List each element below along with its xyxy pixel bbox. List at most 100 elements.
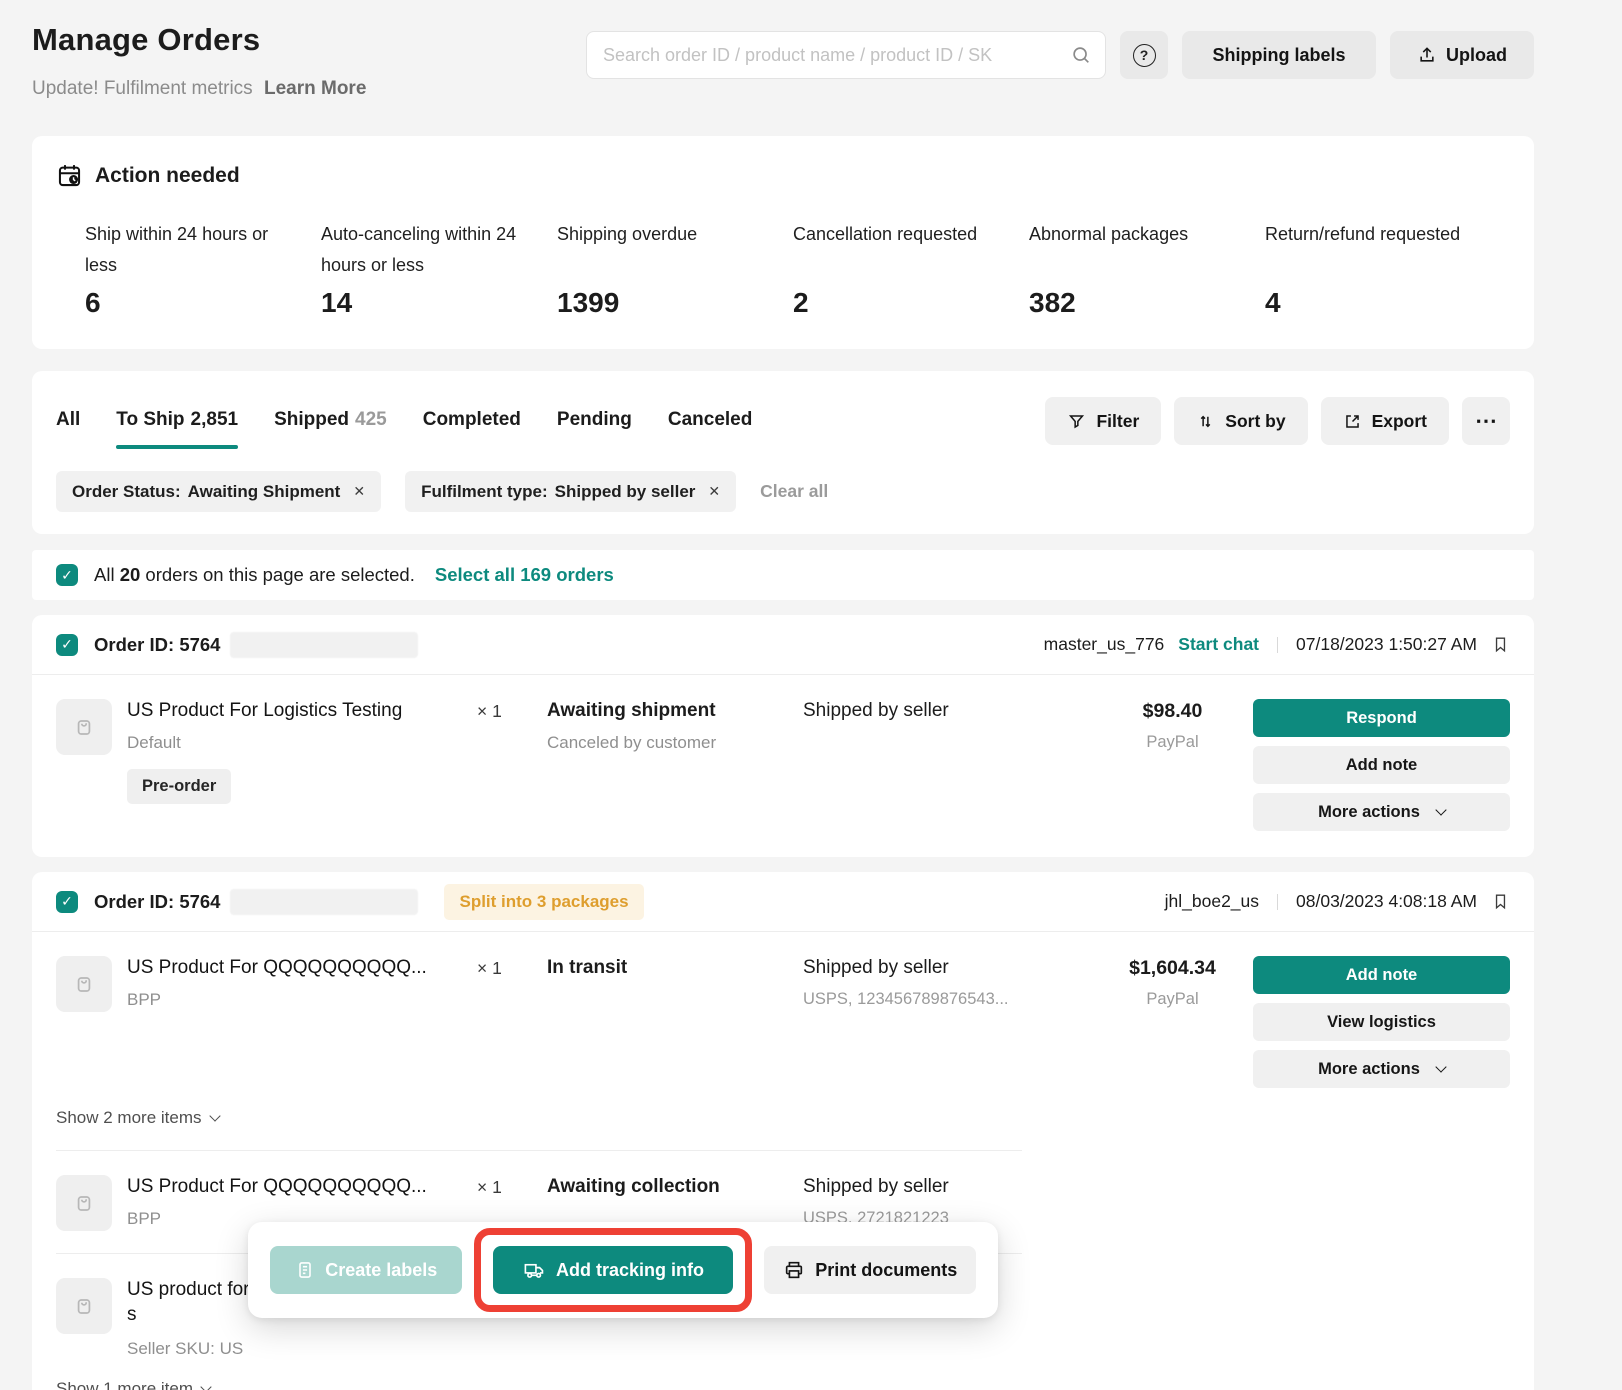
order-date: 07/18/2023 1:50:27 AM xyxy=(1296,634,1477,655)
metric-ship-24h[interactable]: Ship within 24 hours or less 6 xyxy=(85,219,321,319)
metric-abnormal-packages[interactable]: Abnormal packages 382 xyxy=(1029,219,1265,319)
check-icon: ✓ xyxy=(61,893,73,910)
order-checkbox[interactable]: ✓ xyxy=(56,891,78,913)
add-note-button[interactable]: Add note xyxy=(1253,746,1510,784)
respond-button[interactable]: Respond xyxy=(1253,699,1510,737)
divider xyxy=(1277,637,1278,653)
search-box xyxy=(586,31,1106,79)
tab-completed[interactable]: Completed xyxy=(423,409,521,433)
select-all-orders-link[interactable]: Select all 169 orders xyxy=(435,564,614,586)
buyer-username: master_us_776 xyxy=(1044,634,1165,655)
close-icon[interactable]: ✕ xyxy=(353,483,365,500)
order-item-row: US Product For Logistics Testing Default… xyxy=(56,699,1510,831)
tab-canceled[interactable]: Canceled xyxy=(668,409,752,433)
order-substatus: Canceled by customer xyxy=(547,733,803,753)
action-needed-card: Action needed Ship within 24 hours or le… xyxy=(32,136,1534,349)
product-variant: BPP xyxy=(127,990,477,1010)
filter-chip-fulfilment-type[interactable]: Fulfilment type: Shipped by seller ✕ xyxy=(405,471,736,512)
order-status: Awaiting shipment xyxy=(547,699,803,722)
bag-icon xyxy=(71,1190,97,1216)
metric-return-refund[interactable]: Return/refund requested 4 xyxy=(1265,219,1501,319)
sort-by-button[interactable]: Sort by xyxy=(1174,397,1307,445)
fulfilment-type: Shipped by seller xyxy=(803,699,1092,722)
product-thumbnail[interactable] xyxy=(56,1278,112,1334)
quantity: × 1 xyxy=(477,699,547,722)
clear-all-link[interactable]: Clear all xyxy=(760,481,828,502)
product-name[interactable]: US Product For Logistics Testing xyxy=(127,699,477,724)
product-thumbnail[interactable] xyxy=(56,1175,112,1231)
search-input[interactable] xyxy=(586,31,1106,79)
truck-icon xyxy=(523,1259,546,1282)
preorder-tag: Pre-order xyxy=(127,769,231,804)
product-thumbnail[interactable] xyxy=(56,699,112,755)
metric-auto-canceling[interactable]: Auto-canceling within 24 hours or less 1… xyxy=(321,219,557,319)
filter-chip-order-status[interactable]: Order Status: Awaiting Shipment ✕ xyxy=(56,471,381,512)
fulfilment-type: Shipped by seller xyxy=(803,956,1092,979)
bag-icon xyxy=(71,1293,97,1319)
label-document-icon xyxy=(295,1260,315,1280)
order-total: $1,604.34 xyxy=(1092,957,1253,980)
order-id-redacted xyxy=(230,632,418,658)
bag-icon xyxy=(71,714,97,740)
filter-icon xyxy=(1067,412,1086,431)
order-id: Order ID: 5764 xyxy=(94,891,220,913)
select-all-checkbox[interactable]: ✓ xyxy=(56,564,78,586)
more-actions-button[interactable]: More actions xyxy=(1253,1050,1510,1088)
ellipsis-icon: ⋯ xyxy=(1475,408,1497,434)
add-tracking-info-button[interactable]: Add tracking info xyxy=(493,1246,733,1294)
order-date: 08/03/2023 4:08:18 AM xyxy=(1296,891,1477,912)
product-thumbnail[interactable] xyxy=(56,956,112,1012)
order-card-1: ✓ Order ID: 5764 master_us_776 Start cha… xyxy=(32,615,1534,857)
tab-to-ship[interactable]: To Ship2,851 xyxy=(116,409,238,433)
more-actions-button[interactable]: More actions xyxy=(1253,793,1510,831)
check-icon: ✓ xyxy=(61,567,73,584)
tab-all[interactable]: All xyxy=(56,409,80,433)
printer-icon xyxy=(783,1259,805,1281)
create-labels-button[interactable]: Create labels xyxy=(270,1246,462,1294)
add-note-button[interactable]: Add note xyxy=(1253,956,1510,994)
order-total: $98.40 xyxy=(1092,700,1253,723)
orders-list-card: All To Ship2,851 Shipped425 Completed Pe… xyxy=(32,371,1534,534)
split-packages-badge: Split into 3 packages xyxy=(444,884,643,920)
metric-cancellation-requested[interactable]: Cancellation requested 2 xyxy=(793,219,1029,319)
more-options-button[interactable]: ⋯ xyxy=(1462,397,1510,445)
show-more-items-link[interactable]: Show 1 more item xyxy=(56,1379,210,1390)
shipping-labels-button[interactable]: Shipping labels xyxy=(1182,31,1376,79)
upload-icon xyxy=(1417,45,1437,65)
export-icon xyxy=(1343,412,1362,431)
product-name[interactable]: US Product For QQQQQQQQQQ... xyxy=(127,956,477,981)
tab-pending[interactable]: Pending xyxy=(557,409,632,433)
bag-icon xyxy=(71,971,97,997)
shipping-labels-label: Shipping labels xyxy=(1212,45,1345,66)
upload-button[interactable]: Upload xyxy=(1390,31,1534,79)
metric-shipping-overdue[interactable]: Shipping overdue 1399 xyxy=(557,219,793,319)
filter-button[interactable]: Filter xyxy=(1045,397,1161,445)
search-icon[interactable] xyxy=(1070,44,1092,66)
divider xyxy=(1277,894,1278,910)
buyer-username: jhl_boe2_us xyxy=(1165,891,1259,912)
help-icon: ? xyxy=(1133,44,1156,67)
print-documents-button[interactable]: Print documents xyxy=(764,1246,976,1294)
start-chat-link[interactable]: Start chat xyxy=(1178,634,1259,655)
selection-summary: All 20 orders on this page are selected. xyxy=(94,564,415,586)
chevron-down-icon xyxy=(1435,1061,1446,1072)
view-logistics-button[interactable]: View logistics xyxy=(1253,1003,1510,1041)
bookmark-icon[interactable] xyxy=(1491,892,1510,911)
close-icon[interactable]: ✕ xyxy=(708,483,720,500)
export-button[interactable]: Export xyxy=(1321,397,1449,445)
bookmark-icon[interactable] xyxy=(1491,635,1510,654)
product-variant: Default xyxy=(127,733,477,753)
sort-icon xyxy=(1196,412,1215,431)
learn-more-link[interactable]: Learn More xyxy=(264,78,366,99)
order-checkbox[interactable]: ✓ xyxy=(56,634,78,656)
calendar-clock-icon xyxy=(56,162,83,189)
order-status: In transit xyxy=(547,956,803,979)
tab-shipped[interactable]: Shipped425 xyxy=(274,409,387,433)
help-button[interactable]: ? xyxy=(1120,31,1168,79)
bulk-actions-bar: Create labels Add tracking info Print do… xyxy=(248,1222,998,1318)
product-name[interactable]: US Product For QQQQQQQQQQ... xyxy=(127,1175,477,1200)
seller-sku: Seller SKU: US xyxy=(127,1339,477,1359)
topbar: Manage Orders Update! Fulfilment metrics… xyxy=(32,0,1534,118)
show-more-items-link[interactable]: Show 2 more items xyxy=(56,1108,219,1128)
upload-label: Upload xyxy=(1446,45,1507,66)
